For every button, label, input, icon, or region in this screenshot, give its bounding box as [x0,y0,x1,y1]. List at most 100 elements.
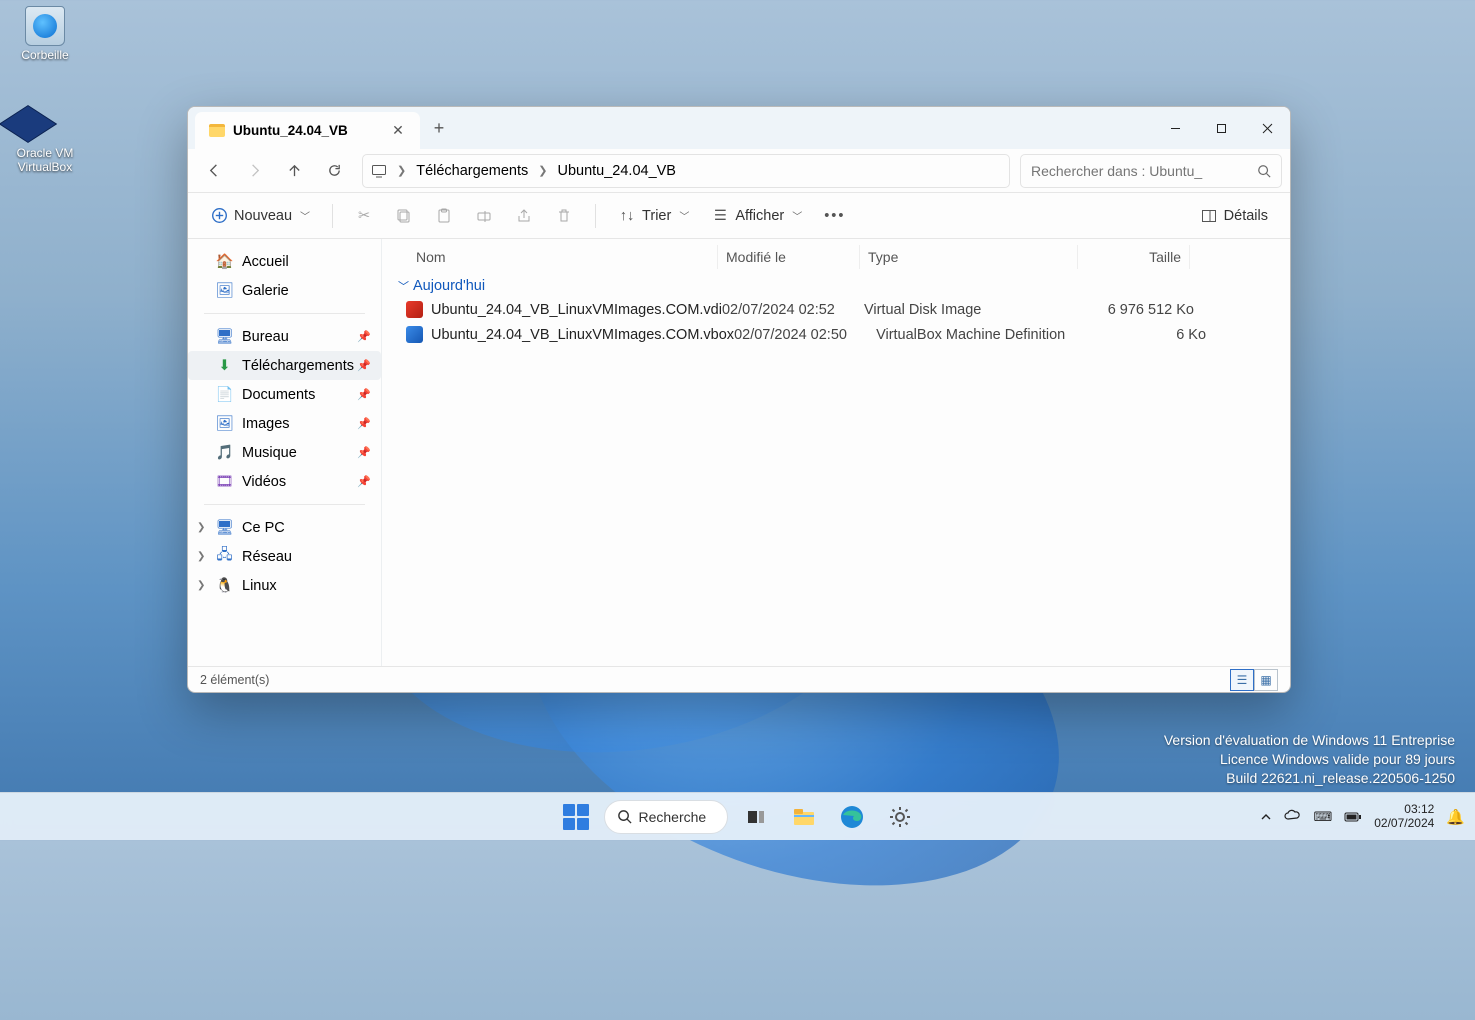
chevron-right-icon: ❯ [538,164,547,177]
view-icons-button[interactable]: ▦ [1254,669,1278,691]
system-tray: ⌨ 03:12 02/07/2024 🔔 [1260,803,1465,831]
sidebar-item-gallery[interactable]: 🖼Galerie [188,276,381,305]
more-icon: ••• [824,208,845,224]
search-input[interactable] [1031,163,1249,179]
taskbar-search-label: Recherche [639,809,707,825]
sort-icon: ↑↓ [618,207,636,225]
share-button[interactable] [507,202,541,230]
maximize-button[interactable] [1198,107,1244,149]
videos-icon: 🎞 [216,473,233,490]
more-button[interactable]: ••• [816,203,853,229]
copy-button[interactable] [387,202,421,230]
tab-title: Ubuntu_24.04_VB [233,123,348,138]
column-headers: Nom Modifié le Type Taille [382,239,1290,275]
chevron-right-icon: ❯ [397,164,406,177]
start-button[interactable] [556,797,596,837]
details-pane-button[interactable]: Détails [1192,202,1276,230]
home-icon: 🏠 [216,253,233,270]
document-icon: 📄 [216,386,233,403]
column-modified[interactable]: Modifié le [718,245,860,269]
language-icon[interactable]: ⌨ [1313,809,1332,825]
view-details-button[interactable]: ☰ [1230,669,1254,691]
battery-icon[interactable] [1344,811,1362,823]
chevron-down-icon: ﹀ [300,208,310,223]
status-bar: 2 élément(s) ☰ ▦ [188,666,1290,692]
plus-circle-icon [210,207,228,225]
vbox-file-icon [406,326,423,343]
folder-icon [209,124,225,137]
taskbar-settings[interactable] [880,797,920,837]
taskbar-search[interactable]: Recherche [604,800,728,834]
breadcrumb[interactable]: ❯ Téléchargements ❯ Ubuntu_24.04_VB [362,154,1010,188]
taskbar-clock[interactable]: 03:12 02/07/2024 [1374,803,1434,831]
nav-back-button[interactable] [196,155,232,187]
chevron-down-icon: ﹀ [679,208,689,223]
nav-up-button[interactable] [276,155,312,187]
taskbar-file-explorer[interactable] [784,797,824,837]
group-header[interactable]: ﹀Aujourd'hui [382,275,1290,297]
sidebar-item-home[interactable]: 🏠Accueil [188,247,381,276]
monitor-icon [371,163,387,179]
cut-icon: ✂ [355,207,373,225]
column-type[interactable]: Type [860,245,1078,269]
sidebar-item-pictures[interactable]: 🖼Images📌 [188,409,381,438]
new-button[interactable]: Nouveau ﹀ [202,202,318,230]
music-icon: 🎵 [216,444,233,461]
tray-overflow-button[interactable] [1260,811,1272,823]
paste-button[interactable] [427,202,461,230]
pin-icon: 📌 [357,330,371,343]
copy-icon [395,207,413,225]
search-box[interactable] [1020,154,1282,188]
chevron-right-icon: ❯ [197,580,205,591]
breadcrumb-segment[interactable]: Ubuntu_24.04_VB [557,163,676,179]
taskbar: Recherche ⌨ 03:12 02/07/2024 🔔 [0,792,1475,840]
breadcrumb-segment[interactable]: Téléchargements [416,163,528,179]
column-name[interactable]: Nom [408,245,718,269]
pin-icon: 📌 [357,475,371,488]
details-pane-icon [1200,207,1218,225]
close-button[interactable] [1244,107,1290,149]
file-row[interactable]: Ubuntu_24.04_VB_LinuxVMImages.COM.vdi 02… [382,297,1290,322]
nav-forward-button[interactable] [236,155,272,187]
file-explorer-window: Ubuntu_24.04_VB ✕ + ❯ Téléchargements ❯ … [187,106,1291,693]
cut-button[interactable]: ✂ [347,202,381,230]
nav-refresh-button[interactable] [316,155,352,187]
sidebar-item-thispc[interactable]: ❯🖥Ce PC [188,513,381,542]
onedrive-icon[interactable] [1284,808,1301,825]
sidebar-item-downloads[interactable]: ⬇Téléchargements📌 [188,351,381,380]
tab-close-button[interactable]: ✕ [390,122,406,139]
tab-current[interactable]: Ubuntu_24.04_VB ✕ [195,112,420,149]
sidebar-item-videos[interactable]: 🎞Vidéos📌 [188,467,381,496]
desktop-icon-label: Corbeille [8,48,82,62]
sort-button[interactable]: ↑↓ Trier ﹀ [610,202,697,230]
pc-icon: 🖥 [216,519,233,536]
sort-label: Trier [642,208,671,224]
delete-button[interactable] [547,202,581,230]
taskbar-edge[interactable] [832,797,872,837]
rename-button[interactable] [467,202,501,230]
task-view-button[interactable] [736,797,776,837]
sidebar-item-linux[interactable]: ❯🐧Linux [188,571,381,600]
pin-icon: 📌 [357,446,371,459]
sidebar-item-documents[interactable]: 📄Documents📌 [188,380,381,409]
view-label: Afficher [735,208,784,224]
chevron-down-icon: ﹀ [398,278,409,294]
rename-icon [475,207,493,225]
column-size[interactable]: Taille [1078,245,1190,269]
chevron-right-icon: ❯ [197,522,205,533]
file-row[interactable]: Ubuntu_24.04_VB_LinuxVMImages.COM.vbox 0… [382,322,1290,347]
vdi-file-icon [406,301,423,318]
desktop-icon-recycle-bin[interactable]: Corbeille [8,6,82,62]
file-list-pane: Nom Modifié le Type Taille ﹀Aujourd'hui … [382,239,1290,666]
minimize-button[interactable] [1152,107,1198,149]
desktop-icon-virtualbox[interactable]: Oracle VM VirtualBox [8,104,82,174]
notification-bell-icon[interactable]: 🔔 [1446,808,1465,826]
new-label: Nouveau [234,208,292,224]
sidebar-item-desktop[interactable]: 🖥Bureau📌 [188,322,381,351]
new-tab-button[interactable]: + [420,107,458,149]
sidebar-item-network[interactable]: ❯🖧Réseau [188,542,381,571]
toolbar: Nouveau ﹀ ✂ ↑↓ Trier ﹀ ☰ Afficher ﹀ ••• … [188,193,1290,239]
view-button[interactable]: ☰ Afficher ﹀ [703,202,810,230]
pin-icon: 📌 [357,388,371,401]
sidebar-item-music[interactable]: 🎵Musique📌 [188,438,381,467]
